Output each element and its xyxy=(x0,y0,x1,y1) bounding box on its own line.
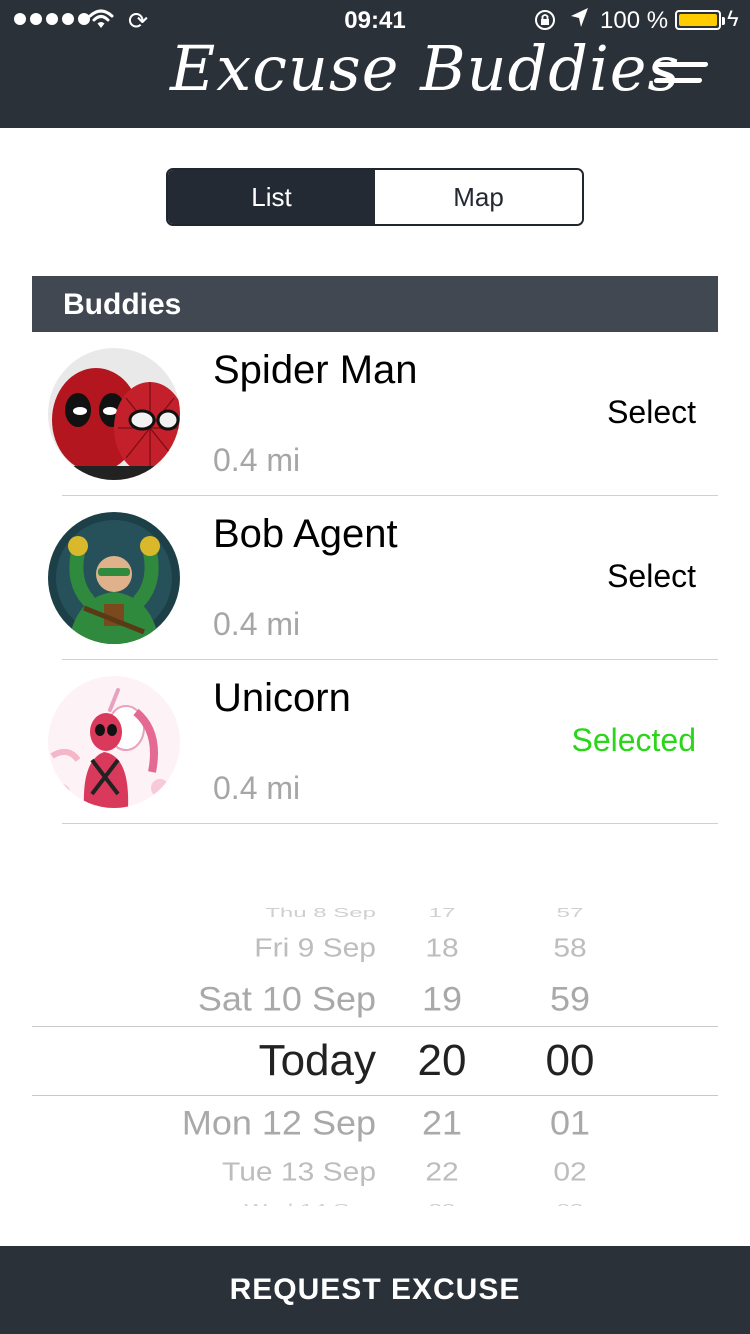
picker-date: Mon 12 Sep xyxy=(181,1102,376,1143)
picker-row[interactable]: Thu 8 Sep 17 57 xyxy=(32,906,718,927)
picker-row[interactable]: Sat 10 Sep 19 59 xyxy=(32,975,718,1023)
buddy-row-bob-agent[interactable]: Bob Agent 0.4 mi Select xyxy=(32,496,718,660)
picker-date: Sat 10 Sep xyxy=(197,978,376,1019)
view-mode-segmented-control: List Map xyxy=(166,168,584,226)
battery-percent: 100 % xyxy=(600,7,669,34)
picker-hour: 21 xyxy=(421,1102,463,1143)
picker-minute: 00 xyxy=(545,1036,595,1085)
buddy-distance: 0.4 mi xyxy=(213,770,301,806)
buddy-name: Bob Agent xyxy=(213,512,398,556)
buddy-list: Spider Man 0.4 mi Select Bob Agent 0.4 m… xyxy=(32,332,718,824)
picker-date: Today xyxy=(258,1036,376,1085)
picker-date: Fri 9 Sep xyxy=(254,934,376,963)
hamburger-menu-icon[interactable] xyxy=(652,58,709,88)
buddy-row-spider-man[interactable]: Spider Man 0.4 mi Select xyxy=(32,332,718,496)
buddies-section-header: Buddies xyxy=(32,276,718,332)
deadpool-and-spiderman-avatar xyxy=(48,348,180,480)
green-costume-hero-avatar xyxy=(48,512,180,644)
buddy-distance: 0.4 mi xyxy=(213,442,301,478)
picker-row[interactable]: Today 20 00 xyxy=(32,1036,718,1086)
picker-row[interactable]: Wed 14 Sep 23 03 xyxy=(32,1195,718,1206)
request-excuse-button[interactable]: REQUEST EXCUSE xyxy=(0,1246,750,1334)
tab-list[interactable]: List xyxy=(168,170,375,224)
app-header: ⟳ 09:41 100 % ϟ Excuse Buddies xyxy=(0,0,750,128)
select-button[interactable]: Select xyxy=(607,558,696,595)
picker-row[interactable]: Tue 13 Sep 22 02 xyxy=(32,1152,718,1195)
picker-hour: 18 xyxy=(425,934,459,963)
picker-date: Wed 14 Sep xyxy=(244,1195,376,1206)
picker-minute: 01 xyxy=(549,1102,591,1143)
picker-selection-bottom-line xyxy=(32,1095,718,1096)
buddy-name: Spider Man xyxy=(213,348,418,392)
select-button[interactable]: Select xyxy=(607,394,696,431)
picker-minute: 57 xyxy=(556,906,584,921)
picker-hour: 20 xyxy=(417,1036,467,1085)
picker-date: Thu 8 Sep xyxy=(265,906,376,921)
picker-hour: 19 xyxy=(421,978,463,1019)
selected-button[interactable]: Selected xyxy=(571,722,696,759)
picker-date: Tue 13 Sep xyxy=(222,1158,376,1187)
picker-minute: 03 xyxy=(520,1195,620,1206)
deadpool-unicorn-avatar xyxy=(48,676,180,808)
buddy-row-unicorn[interactable]: Unicorn 0.4 mi Selected xyxy=(32,660,718,824)
picker-row[interactable]: Mon 12 Sep 21 01 xyxy=(32,1099,718,1147)
picker-minute: 02 xyxy=(553,1158,587,1187)
tab-map[interactable]: Map xyxy=(375,170,582,224)
picker-hour: 23 xyxy=(392,1195,492,1206)
battery-icon xyxy=(675,10,725,30)
picker-minute: 58 xyxy=(553,934,587,963)
picker-minute: 59 xyxy=(549,978,591,1019)
date-time-picker[interactable]: Thu 8 Sep 17 57 Fri 9 Sep 18 58 Sat 10 Sep 19 59… xyxy=(32,906,718,1206)
picker-hour: 22 xyxy=(425,1158,459,1187)
picker-hour: 17 xyxy=(428,906,456,921)
buddy-distance: 0.4 mi xyxy=(213,606,301,642)
buddy-name: Unicorn xyxy=(213,676,351,720)
row-divider xyxy=(62,823,718,824)
picker-row[interactable]: Fri 9 Sep 18 58 xyxy=(32,928,718,971)
app-title: Excuse Buddies xyxy=(170,32,681,105)
picker-selection-top-line xyxy=(32,1026,718,1027)
charging-bolt-icon: ϟ xyxy=(727,6,739,31)
